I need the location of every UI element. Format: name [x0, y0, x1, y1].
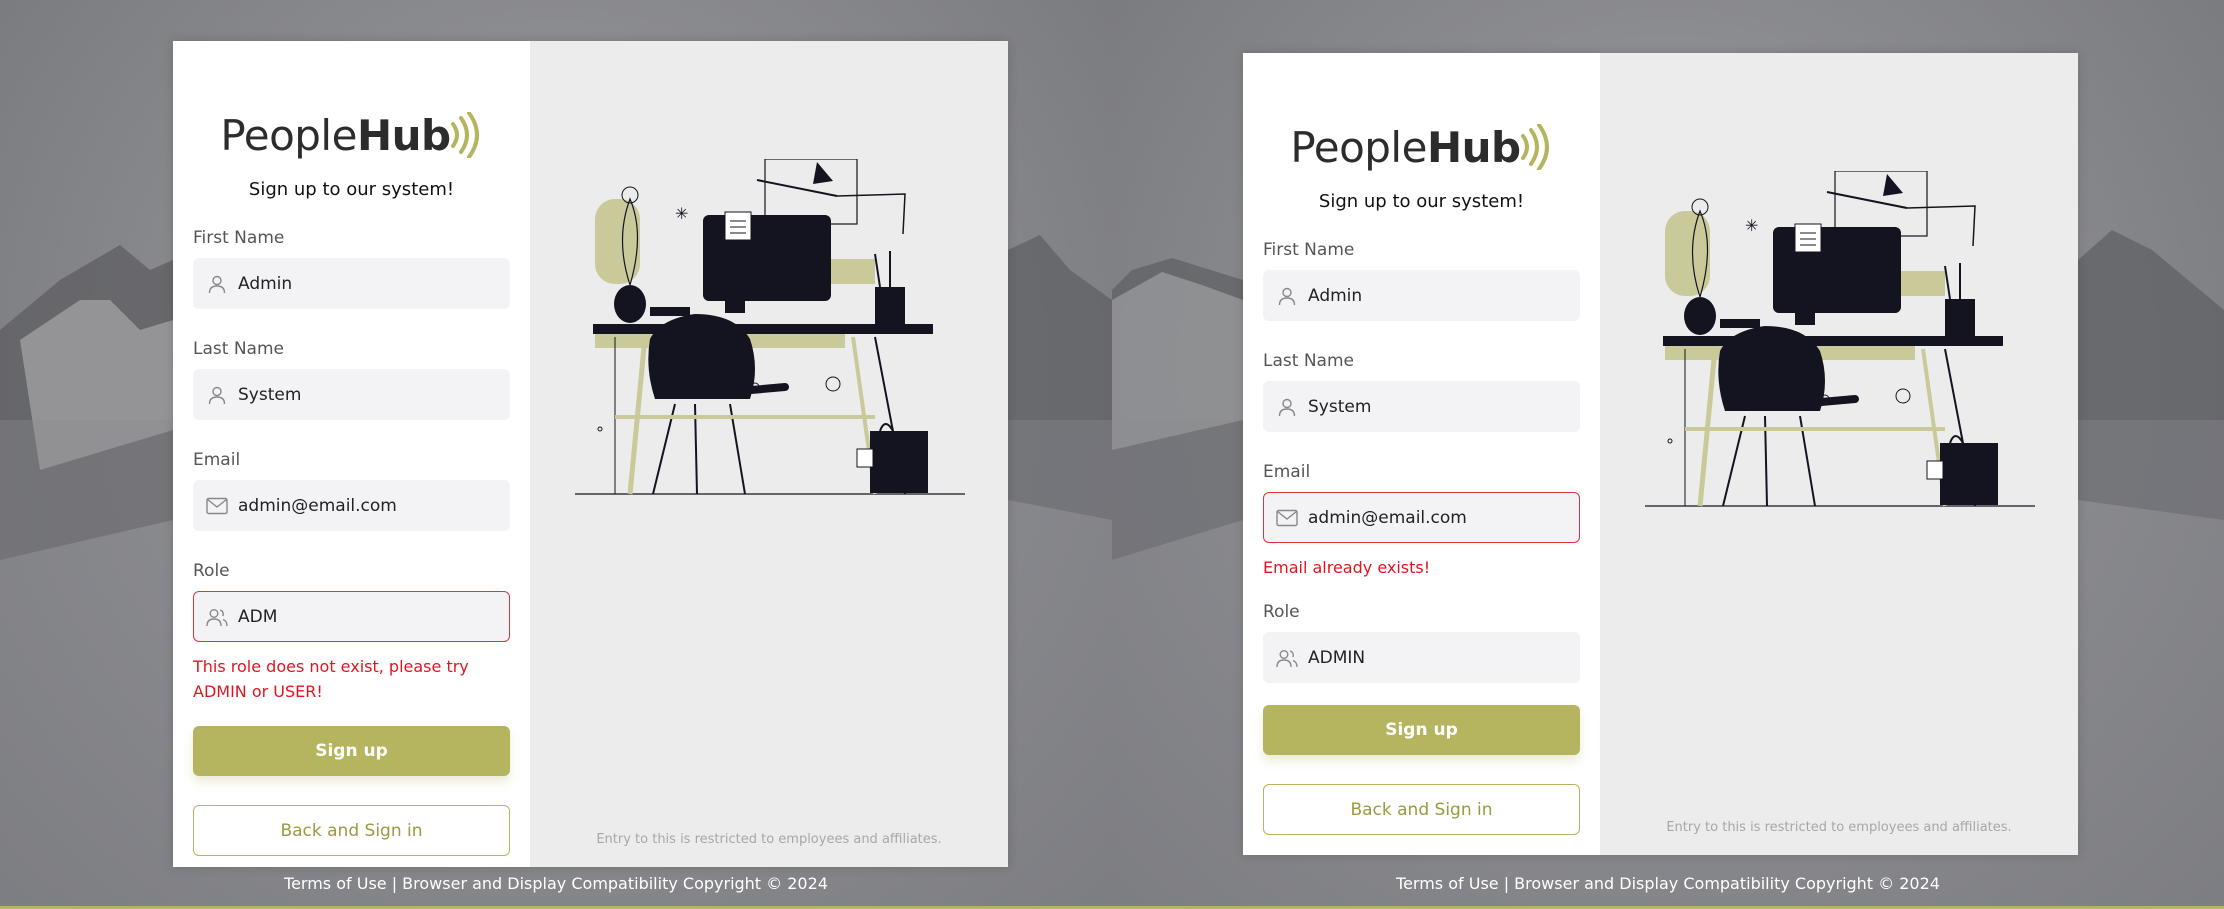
email-value: admin@email.com	[238, 495, 397, 516]
page-subtitle: Sign up to our system!	[1318, 191, 1525, 212]
signup-button[interactable]: Sign up	[1263, 705, 1580, 755]
back-signin-button[interactable]: Back and Sign in	[193, 805, 510, 856]
email-field[interactable]: admin@email.com	[1263, 492, 1580, 543]
role-field[interactable]: ADMIN	[1263, 632, 1580, 683]
first-name-field[interactable]: Admin	[193, 258, 510, 309]
restricted-access-note: Entry to this is restricted to employees…	[596, 832, 942, 847]
page-footer: Terms of Use | Browser and Display Compa…	[284, 874, 828, 893]
role-value: ADMIN	[1308, 647, 1366, 668]
role-label: Role	[1263, 602, 1300, 622]
signup-form: PeopleHub Sign up to our system! First N…	[1243, 53, 1600, 855]
user-icon	[206, 384, 228, 406]
first-name-value: Admin	[1308, 285, 1363, 306]
illustration-pane: ✳ Entry to this is restricted to employe…	[1600, 53, 2078, 855]
users-icon	[1276, 647, 1298, 669]
signup-card: PeopleHub Sign up to our system! First N…	[1243, 53, 2078, 855]
role-label: Role	[193, 561, 230, 581]
user-icon	[1276, 396, 1298, 418]
mail-icon	[206, 495, 228, 517]
last-name-label: Last Name	[1263, 351, 1354, 371]
last-name-field[interactable]: System	[1263, 381, 1580, 432]
first-name-value: Admin	[238, 273, 293, 294]
user-icon	[206, 273, 228, 295]
last-name-value: System	[238, 384, 302, 405]
role-error-message: This role does not exist, please try ADM…	[193, 657, 469, 701]
screen-role-error: PeopleHub Sign up to our system! First N…	[0, 0, 1112, 909]
email-error-message: Email already exists!	[1263, 558, 1431, 577]
first-name-field[interactable]: Admin	[1263, 270, 1580, 321]
first-name-label: First Name	[1263, 240, 1355, 260]
workspace-illustration: ✳	[575, 159, 965, 495]
email-label: Email	[193, 450, 241, 470]
page-subtitle: Sign up to our system!	[248, 179, 455, 200]
peoplehub-logo: PeopleHub	[1263, 121, 1580, 173]
signal-waves-icon	[1520, 124, 1549, 170]
back-signin-button[interactable]: Back and Sign in	[1263, 784, 1580, 835]
mail-icon	[1276, 507, 1298, 529]
peoplehub-logo: PeopleHub	[193, 109, 510, 161]
signal-waves-icon	[450, 112, 479, 158]
last-name-label: Last Name	[193, 339, 284, 359]
last-name-field[interactable]: System	[193, 369, 510, 420]
last-name-value: System	[1308, 396, 1372, 417]
role-value: ADM	[238, 606, 278, 627]
signup-card: PeopleHub Sign up to our system! First N…	[173, 41, 1008, 867]
signup-button[interactable]: Sign up	[193, 726, 510, 776]
svg-text:✳: ✳	[1745, 216, 1758, 235]
user-icon	[1276, 285, 1298, 307]
email-field[interactable]: admin@email.com	[193, 480, 510, 531]
page-footer: Terms of Use | Browser and Display Compa…	[1396, 874, 1940, 893]
screen-email-error: PeopleHub Sign up to our system! First N…	[1112, 0, 2224, 909]
email-label: Email	[1263, 462, 1311, 482]
workspace-illustration: ✳	[1645, 171, 2035, 507]
role-field[interactable]: ADM	[193, 591, 510, 642]
users-icon	[206, 606, 228, 628]
illustration-pane: ✳ Entry to this is restricted to employe…	[530, 41, 1008, 867]
restricted-access-note: Entry to this is restricted to employees…	[1666, 820, 2012, 835]
first-name-label: First Name	[193, 228, 285, 248]
email-value: admin@email.com	[1308, 507, 1467, 528]
svg-text:✳: ✳	[675, 204, 688, 223]
signup-form: PeopleHub Sign up to our system! First N…	[173, 41, 530, 867]
